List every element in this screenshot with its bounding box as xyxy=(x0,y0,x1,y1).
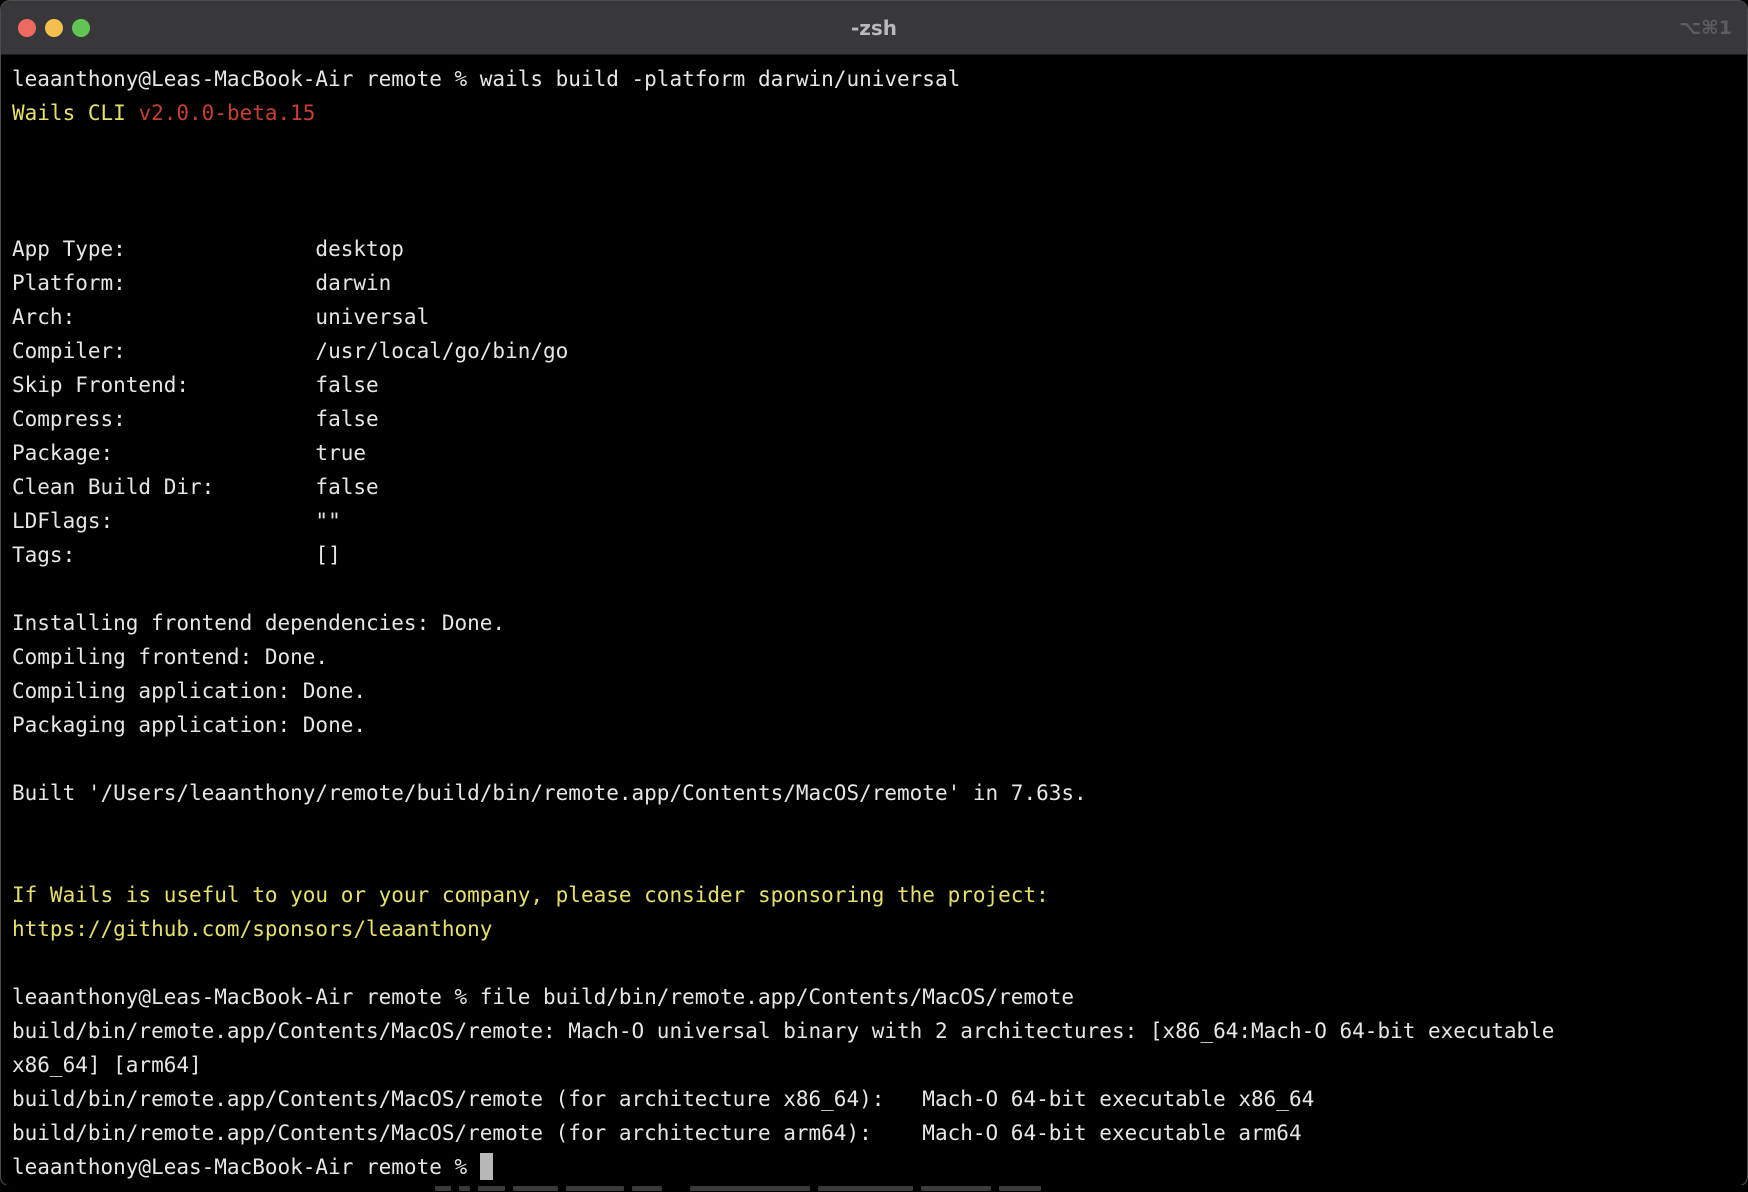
terminal-text-segment: https://github.com/sponsors/leaanthony xyxy=(12,917,492,941)
terminal-text-segment: leaanthony@Leas-MacBook-Air remote % xyxy=(12,1155,480,1179)
close-button[interactable] xyxy=(18,19,36,37)
terminal-text-segment: Compiling frontend: Done. xyxy=(12,645,328,669)
terminal-text-segment: x86_64] [arm64] xyxy=(12,1053,202,1077)
terminal-line xyxy=(12,946,1747,980)
terminal-text-segment: Arch: universal xyxy=(12,305,429,329)
terminal-line: Compress: false xyxy=(12,402,1747,436)
terminal-text-segment: Packaging application: Done. xyxy=(12,713,366,737)
terminal-text-segment: Compiling application: Done. xyxy=(12,679,366,703)
terminal-text-segment: build/bin/remote.app/Contents/MacOS/remo… xyxy=(12,1019,1554,1043)
terminal-text-segment: LDFlags: "" xyxy=(12,509,341,533)
terminal-text-segment: Platform: darwin xyxy=(12,271,391,295)
terminal-line xyxy=(12,810,1747,844)
terminal-line: Arch: universal xyxy=(12,300,1747,334)
terminal-line xyxy=(12,164,1747,198)
terminal-line: Package: true xyxy=(12,436,1747,470)
terminal-line xyxy=(12,742,1747,776)
minimize-button[interactable] xyxy=(45,19,63,37)
tab-shortcut-label: ⌥⌘1 xyxy=(1679,17,1747,39)
terminal-line: leaanthony@Leas-MacBook-Air remote % wai… xyxy=(12,62,1747,96)
window-titlebar[interactable]: -zsh ⌥⌘1 xyxy=(1,1,1747,55)
terminal-line: leaanthony@Leas-MacBook-Air remote % xyxy=(12,1150,1747,1184)
traffic-lights xyxy=(1,19,90,37)
terminal-line: Compiler: /usr/local/go/bin/go xyxy=(12,334,1747,368)
terminal-line: LDFlags: "" xyxy=(12,504,1747,538)
terminal-text-segment: Tags: [] xyxy=(12,543,341,567)
terminal-line: Packaging application: Done. xyxy=(12,708,1747,742)
terminal-line xyxy=(12,198,1747,232)
terminal-text-segment: App Type: desktop xyxy=(12,237,404,261)
terminal-text-segment: Wails CLI xyxy=(12,101,138,125)
terminal-cursor xyxy=(480,1153,493,1180)
terminal-line: Tags: [] xyxy=(12,538,1747,572)
terminal-text-segment: Installing frontend dependencies: Done. xyxy=(12,611,505,635)
terminal-line: x86_64] [arm64] xyxy=(12,1048,1747,1082)
terminal-line: Platform: darwin xyxy=(12,266,1747,300)
terminal-text-segment: v2.0.0-beta.15 xyxy=(138,101,315,125)
window-title: -zsh xyxy=(1,16,1747,40)
terminal-window: -zsh ⌥⌘1 leaanthony@Leas-MacBook-Air rem… xyxy=(0,0,1748,1186)
background-window-sliver xyxy=(0,1185,1748,1192)
terminal-line: Compiling frontend: Done. xyxy=(12,640,1747,674)
terminal-line: https://github.com/sponsors/leaanthony xyxy=(12,912,1747,946)
terminal-line: Wails CLI v2.0.0-beta.15 xyxy=(12,96,1747,130)
terminal-text-segment: build/bin/remote.app/Contents/MacOS/remo… xyxy=(12,1121,1302,1145)
terminal-text-segment: Compress: false xyxy=(12,407,379,431)
terminal-line xyxy=(12,130,1747,164)
terminal-text-segment: Built '/Users/leaanthony/remote/build/bi… xyxy=(12,781,1087,805)
terminal-line: Skip Frontend: false xyxy=(12,368,1747,402)
terminal-line: build/bin/remote.app/Contents/MacOS/remo… xyxy=(12,1116,1747,1150)
terminal-text-segment: Package: true xyxy=(12,441,366,465)
zoom-button[interactable] xyxy=(72,19,90,37)
terminal-text-segment: Compiler: /usr/local/go/bin/go xyxy=(12,339,568,363)
terminal-text-segment: If Wails is useful to you or your compan… xyxy=(12,883,1049,907)
terminal-text-segment: Clean Build Dir: false xyxy=(12,475,379,499)
terminal-text-segment: leaanthony@Leas-MacBook-Air remote % wai… xyxy=(12,67,960,91)
terminal-line xyxy=(12,572,1747,606)
terminal-text-segment: leaanthony@Leas-MacBook-Air remote % fil… xyxy=(12,985,1074,1009)
terminal-output[interactable]: leaanthony@Leas-MacBook-Air remote % wai… xyxy=(1,55,1747,1184)
terminal-line: If Wails is useful to you or your compan… xyxy=(12,878,1747,912)
terminal-line: leaanthony@Leas-MacBook-Air remote % fil… xyxy=(12,980,1747,1014)
terminal-text-segment: build/bin/remote.app/Contents/MacOS/remo… xyxy=(12,1087,1314,1111)
terminal-text-segment: Skip Frontend: false xyxy=(12,373,379,397)
terminal-line: Compiling application: Done. xyxy=(12,674,1747,708)
terminal-line: Installing frontend dependencies: Done. xyxy=(12,606,1747,640)
terminal-line: build/bin/remote.app/Contents/MacOS/remo… xyxy=(12,1014,1747,1048)
terminal-line xyxy=(12,844,1747,878)
terminal-line: App Type: desktop xyxy=(12,232,1747,266)
terminal-line: Built '/Users/leaanthony/remote/build/bi… xyxy=(12,776,1747,810)
terminal-line: Clean Build Dir: false xyxy=(12,470,1747,504)
terminal-line: build/bin/remote.app/Contents/MacOS/remo… xyxy=(12,1082,1747,1116)
